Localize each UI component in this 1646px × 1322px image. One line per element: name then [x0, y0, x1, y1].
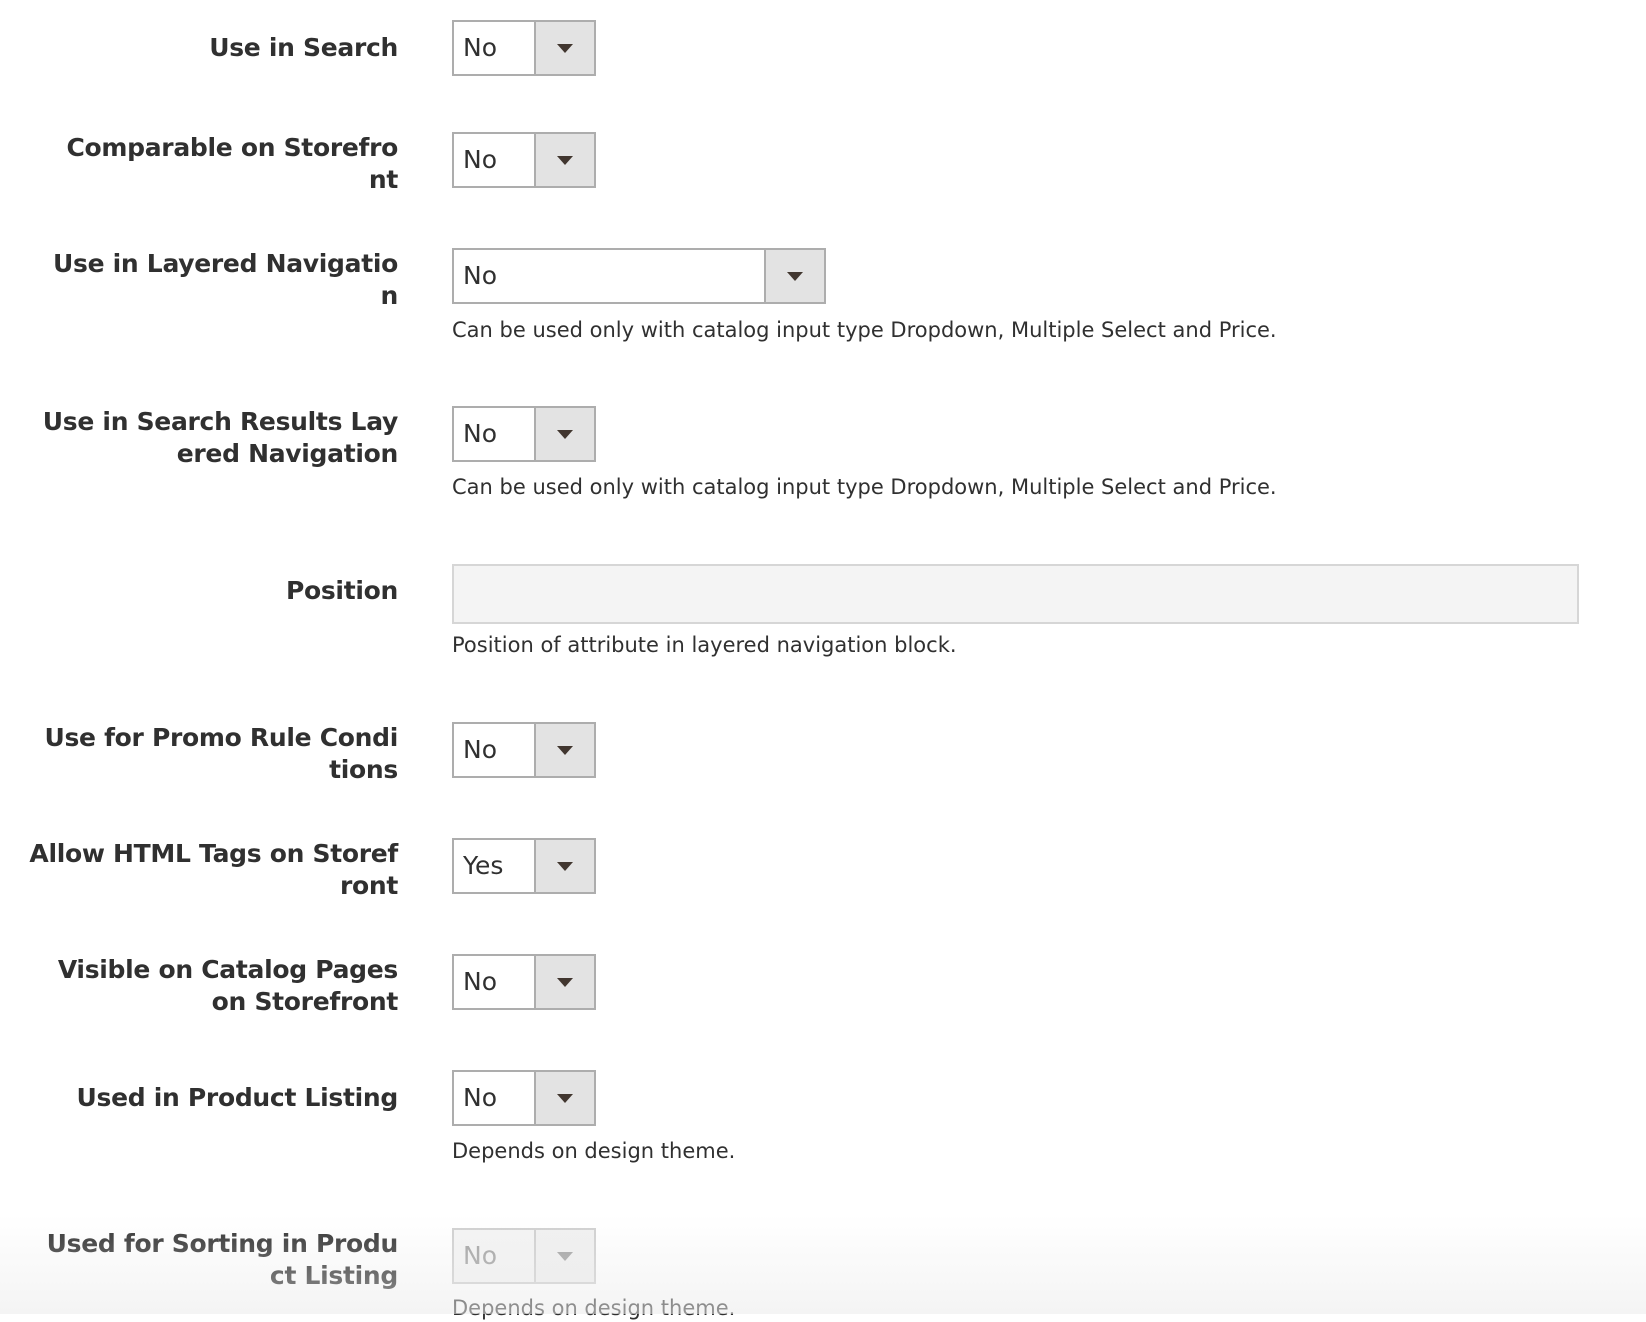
chevron-down-icon — [557, 746, 573, 755]
use-for-promo-rule-conditions-select[interactable]: No — [452, 722, 596, 778]
chevron-down-icon — [557, 862, 573, 871]
position-note: Position of attribute in layered navigat… — [452, 633, 957, 657]
position-label: Position — [285, 576, 398, 605]
visible-on-catalog-pages-on-storefront-select[interactable]: No — [452, 954, 596, 1010]
chevron-down-icon — [787, 272, 803, 281]
use-in-search-results-layered-navigation-label: Use in Search Results Lay ered Navigatio… — [42, 407, 399, 468]
used-for-sorting-in-product-listing-label: Used for Sorting in Produ ct Listing — [46, 1229, 399, 1290]
allow-html-tags-on-storefront-select[interactable]: Yes — [452, 838, 596, 894]
used-in-product-listing-value: No — [463, 1083, 497, 1112]
used-in-product-listing-select[interactable]: No — [452, 1070, 596, 1126]
use-for-promo-rule-conditions-value: No — [463, 735, 497, 764]
allow-html-tags-on-storefront-label: Allow HTML Tags on Storef ront — [29, 839, 398, 900]
visible-on-catalog-pages-on-storefront-value: No — [463, 967, 497, 996]
comparable-on-storefront-label: Comparable on Storefro nt — [66, 133, 398, 194]
used-for-sorting-in-product-listing-dropdown-toggle — [534, 1230, 594, 1282]
use-in-search-value: No — [463, 33, 497, 62]
use-in-layered-navigation-select[interactable]: No — [452, 248, 826, 304]
use-in-layered-navigation-note: Can be used only with catalog input type… — [452, 318, 1277, 342]
allow-html-tags-on-storefront-value: Yes — [463, 851, 504, 880]
chevron-down-icon — [557, 156, 573, 165]
used-in-product-listing-label: Used in Product Listing — [76, 1083, 399, 1112]
used-in-product-listing-note: Depends on design theme. — [452, 1139, 736, 1163]
comparable-on-storefront-value: No — [463, 145, 497, 174]
use-in-search-results-layered-navigation-value: No — [463, 419, 497, 448]
use-in-search-select[interactable]: No — [452, 20, 596, 76]
use-in-layered-navigation-dropdown-toggle[interactable] — [764, 250, 824, 302]
use-in-search-results-layered-navigation-select[interactable]: No — [452, 406, 596, 462]
visible-on-catalog-pages-on-storefront-label: Visible on Catalog Pages on Storefront — [57, 955, 398, 1016]
used-for-sorting-in-product-listing-value: No — [463, 1241, 497, 1270]
use-in-layered-navigation-label: Use in Layered Navigatio n — [53, 249, 398, 310]
comparable-on-storefront-dropdown-toggle[interactable] — [534, 134, 594, 186]
attribute-storefront-properties-form: Use in Search No Comparable on Storefro … — [0, 0, 1646, 1320]
visible-on-catalog-pages-on-storefront-dropdown-toggle[interactable] — [534, 956, 594, 1008]
use-in-search-results-layered-navigation-note: Can be used only with catalog input type… — [452, 475, 1277, 499]
allow-html-tags-on-storefront-dropdown-toggle[interactable] — [534, 840, 594, 892]
chevron-down-icon — [557, 1094, 573, 1103]
chevron-down-icon — [557, 430, 573, 439]
chevron-down-icon — [557, 978, 573, 987]
used-for-sorting-in-product-listing-select: No — [452, 1228, 596, 1284]
chevron-down-icon — [557, 1252, 573, 1261]
use-in-search-results-layered-navigation-dropdown-toggle[interactable] — [534, 408, 594, 460]
chevron-down-icon — [557, 44, 573, 53]
use-in-search-dropdown-toggle[interactable] — [534, 22, 594, 74]
used-in-product-listing-dropdown-toggle[interactable] — [534, 1072, 594, 1124]
use-for-promo-rule-conditions-dropdown-toggle[interactable] — [534, 724, 594, 776]
comparable-on-storefront-select[interactable]: No — [452, 132, 596, 188]
use-in-layered-navigation-value: No — [463, 261, 497, 290]
use-in-search-label: Use in Search — [209, 33, 398, 62]
position-input[interactable] — [452, 564, 1579, 624]
used-for-sorting-in-product-listing-note: Depends on design theme. — [452, 1296, 736, 1320]
use-for-promo-rule-conditions-label: Use for Promo Rule Condi tions — [44, 723, 398, 784]
